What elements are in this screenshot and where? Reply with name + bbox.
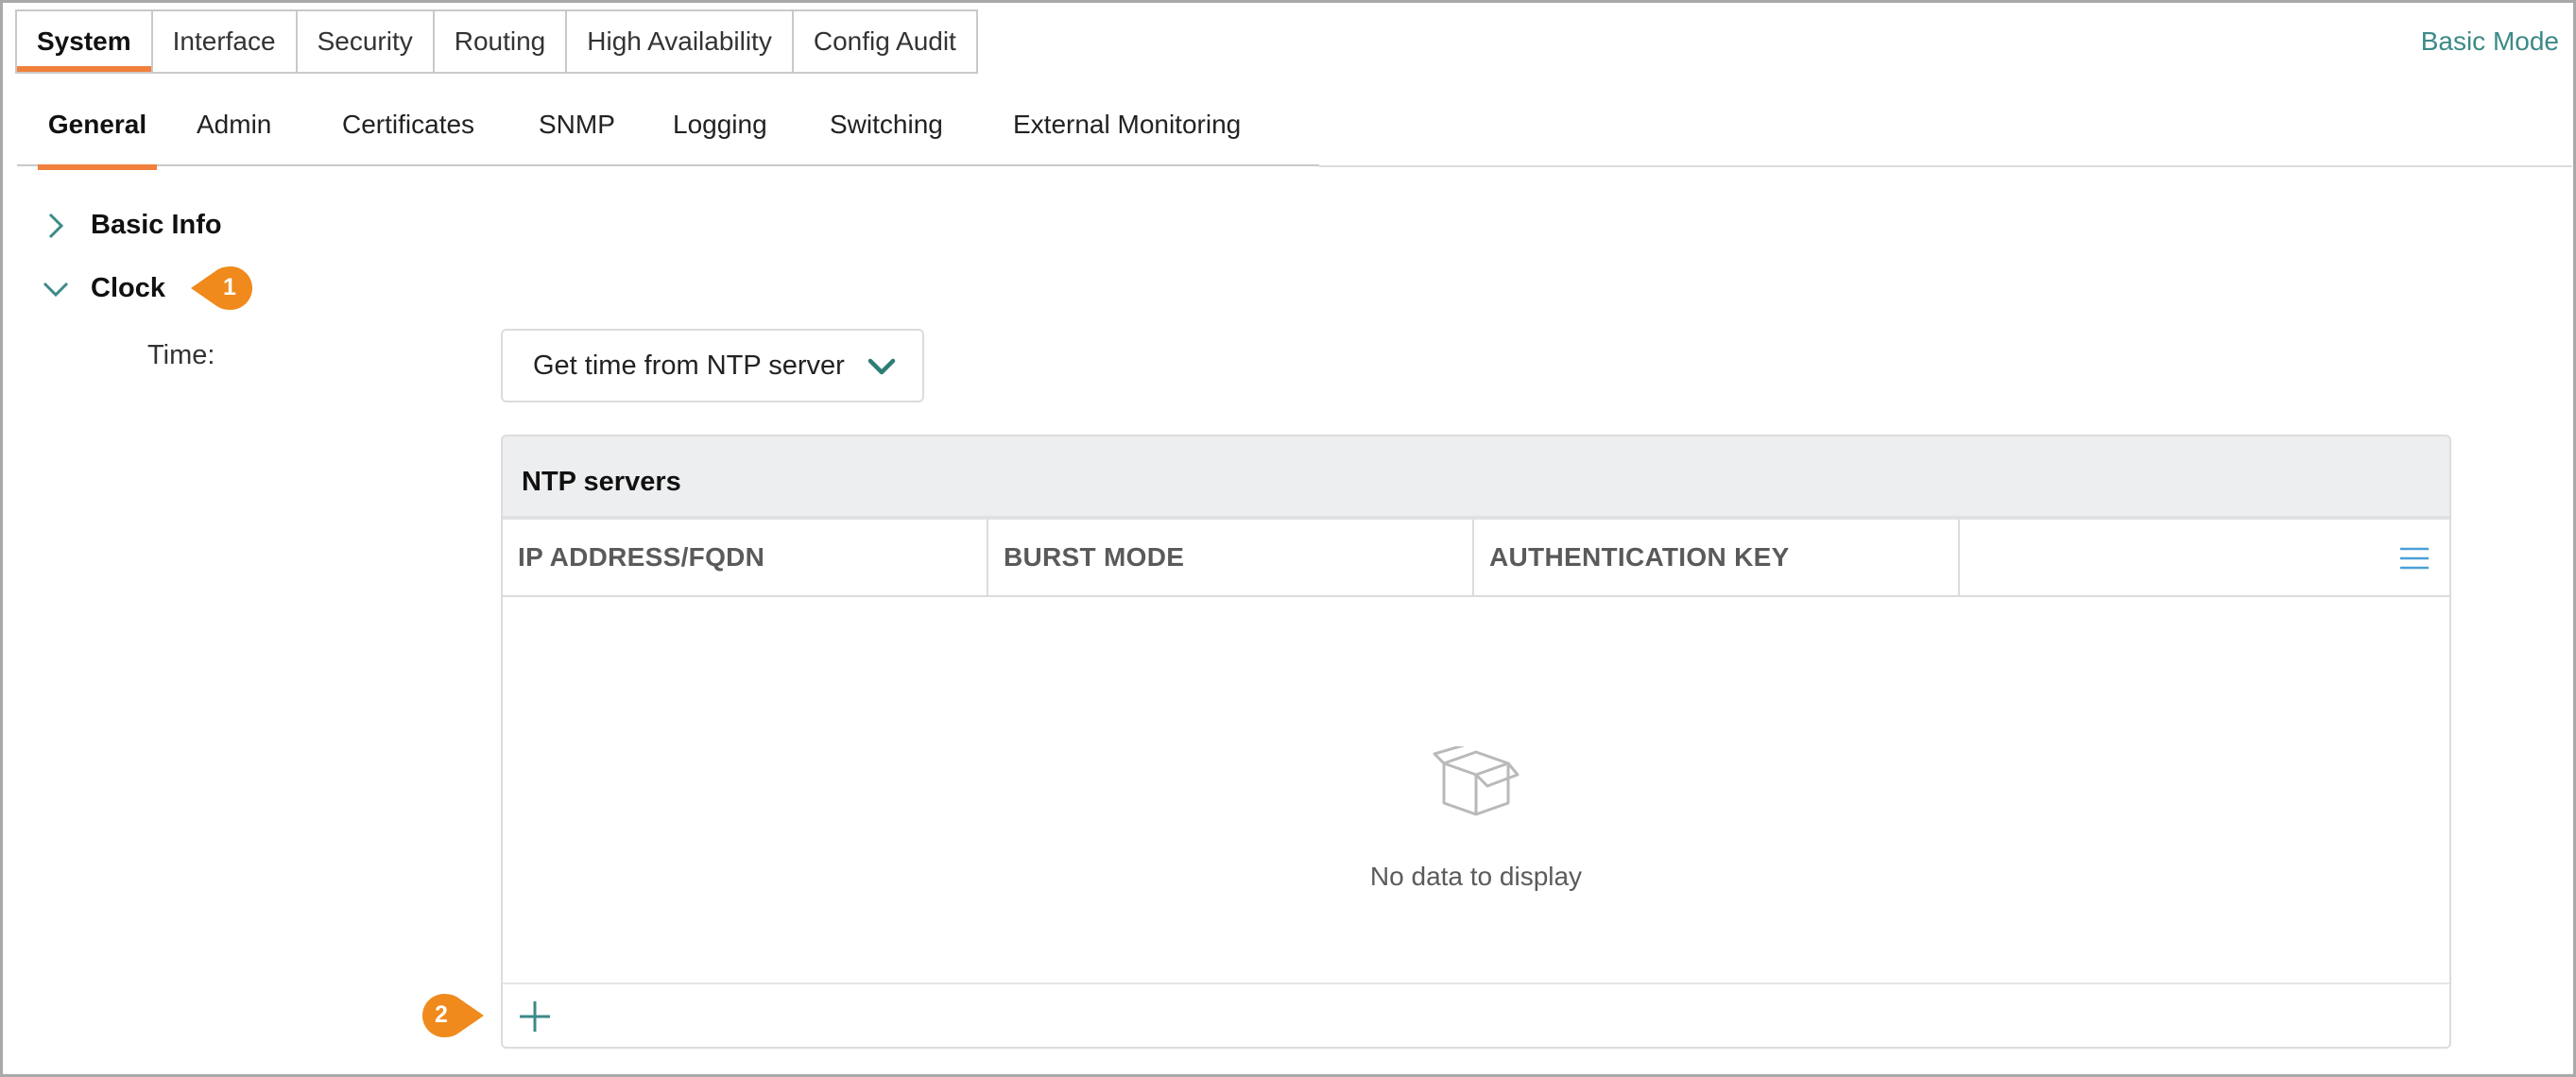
- time-label: Time:: [147, 340, 215, 370]
- ntp-card-title: NTP servers: [522, 467, 681, 497]
- time-source-value: Get time from NTP server: [533, 350, 845, 381]
- subtab-snmp[interactable]: SNMP: [539, 110, 615, 164]
- tab-system[interactable]: System: [17, 11, 153, 72]
- section-clock-title: Clock: [91, 273, 165, 303]
- subtab-switching[interactable]: Switching: [830, 110, 943, 164]
- ntp-table-empty-state: No data to display: [503, 597, 2449, 949]
- empty-box-icon: [1429, 743, 1523, 822]
- callout-badge-1: 1: [189, 265, 255, 311]
- column-menu-cell: [1960, 520, 2449, 595]
- column-burst-mode[interactable]: BURST MODE: [988, 520, 1474, 595]
- chevron-down-icon: [42, 275, 70, 303]
- ntp-table-header: IP ADDRESS/FQDN BURST MODE AUTHENTICATIO…: [503, 520, 2449, 597]
- ntp-servers-card: NTP servers IP ADDRESS/FQDN BURST MODE A…: [501, 435, 2451, 1049]
- sub-tab-bar: General Admin Certificates SNMP Logging …: [17, 102, 1319, 170]
- add-ntp-server-button[interactable]: [516, 998, 554, 1035]
- header-divider: [1319, 165, 2572, 167]
- tab-routing[interactable]: Routing: [434, 11, 568, 72]
- ntp-table-footer: [503, 983, 2449, 1047]
- column-authentication-key[interactable]: AUTHENTICATION KEY: [1474, 520, 1960, 595]
- subtab-admin[interactable]: Admin: [197, 110, 271, 164]
- section-basic-info-toggle[interactable]: Basic Info: [42, 210, 222, 241]
- plus-icon: [520, 1001, 550, 1032]
- section-basic-info-title: Basic Info: [91, 210, 222, 240]
- column-ip-address[interactable]: IP ADDRESS/FQDN: [503, 520, 988, 595]
- tab-config-audit[interactable]: Config Audit: [793, 11, 978, 72]
- tab-security[interactable]: Security: [297, 11, 435, 72]
- chevron-right-icon: [42, 212, 70, 240]
- hamburger-menu-icon[interactable]: [2398, 546, 2430, 571]
- subtab-logging[interactable]: Logging: [673, 110, 767, 164]
- subtab-external-monitoring[interactable]: External Monitoring: [1013, 110, 1241, 164]
- subtab-general[interactable]: General: [38, 110, 157, 170]
- tab-high-availability[interactable]: High Availability: [567, 11, 794, 72]
- tab-interface[interactable]: Interface: [152, 11, 298, 72]
- chevron-down-icon: [867, 355, 896, 378]
- ntp-card-header: NTP servers: [503, 436, 2449, 520]
- top-tab-bar: System Interface Security Routing High A…: [15, 9, 978, 74]
- basic-mode-link[interactable]: Basic Mode: [2421, 26, 2559, 57]
- empty-state-text: No data to display: [1369, 862, 1583, 891]
- callout-badge-2: 2: [420, 993, 486, 1038]
- time-source-dropdown[interactable]: Get time from NTP server: [501, 329, 924, 402]
- subtab-certificates[interactable]: Certificates: [342, 110, 474, 164]
- section-clock-toggle[interactable]: Clock: [42, 273, 165, 304]
